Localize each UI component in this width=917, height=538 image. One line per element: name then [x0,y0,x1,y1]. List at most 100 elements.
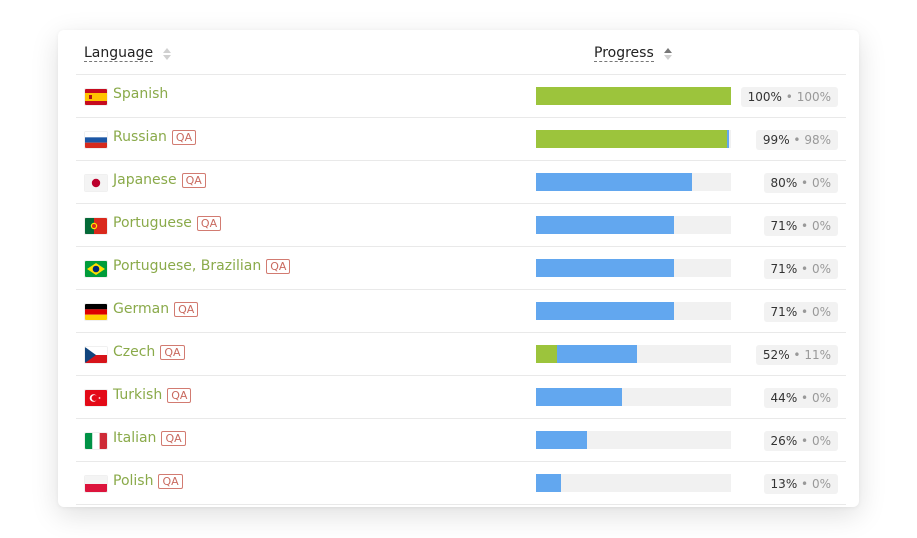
language-name-link[interactable]: Portuguese, Brazilian [113,258,261,274]
language-name-link[interactable]: Japanese [113,172,177,188]
language-name-link[interactable]: Polish [113,473,153,489]
poland-flag-icon [85,476,107,492]
table-row: Czech QA 52% • 11% [76,333,846,376]
table-header: Language Progress [76,30,846,75]
germany-flag-icon [85,304,107,320]
table-row: Turkish QA 44% • 0% [76,376,846,419]
language-name-link[interactable]: German [113,301,169,317]
translated-progress-fill [536,216,675,234]
progress-bar [536,87,731,105]
table-row: Portuguese, Brazilian QA 71% • 0% [76,247,846,290]
progress-percent-badge: 99% • 98% [755,130,838,150]
translated-progress-fill [536,388,622,406]
table-row: Japanese QA 80% • 0% [76,161,846,204]
percent-separator: • [801,477,809,491]
language-sort-icon[interactable] [163,47,172,60]
progress-sort-icon[interactable] [663,47,672,60]
language-cell: Polish QA [113,473,183,489]
language-name-link[interactable]: Portuguese [113,215,192,231]
language-cell: Czech QA [113,344,185,360]
translated-percent: 80% [770,176,798,190]
language-cell: Italian QA [113,430,186,446]
language-cell: Turkish QA [113,387,192,403]
brazil-flag-icon [85,261,107,277]
progress-bar [536,173,731,191]
language-cell: German QA [113,301,199,317]
spain-flag-icon [85,89,107,105]
language-name-link[interactable]: Spanish [113,86,168,102]
progress-percent-badge: 13% • 0% [763,474,838,494]
translated-percent: 71% [770,262,798,276]
table-row: German QA 71% • 0% [76,290,846,333]
language-cell: Spanish [113,86,168,102]
language-cell: Japanese QA [113,172,206,188]
translated-progress-fill [536,173,692,191]
table-row: Portuguese QA 71% • 0% [76,204,846,247]
table-body: Spanish 100% • 100% Russian QA 99% • 98% Japa… [76,75,846,505]
qa-badge[interactable]: QA [171,129,197,145]
percent-separator: • [793,133,801,147]
approved-percent: 100% [796,90,831,104]
progress-percent-badge: 26% • 0% [763,431,838,451]
progress-percent-badge: 52% • 11% [755,345,838,365]
progress-percent-badge: 100% • 100% [740,87,838,107]
language-cell: Russian QA [113,129,197,145]
progress-column-label[interactable]: Progress [594,45,654,62]
qa-badge[interactable]: QA [181,172,206,188]
progress-percent-badge: 71% • 0% [763,302,838,322]
qa-badge[interactable]: QA [167,387,192,403]
qa-badge[interactable]: QA [158,473,183,489]
table-row: Polish QA 13% • 0% [76,462,846,505]
translated-percent: 71% [770,219,798,233]
approved-progress-fill [536,345,558,363]
qa-badge[interactable]: QA [266,258,291,274]
translated-percent: 100% [747,90,782,104]
progress-bar [536,345,731,363]
language-name-link[interactable]: Turkish [113,387,162,403]
italy-flag-icon [85,433,107,449]
progress-bar [536,259,731,277]
language-name-link[interactable]: Italian [113,430,156,446]
translated-percent: 44% [770,391,798,405]
approved-progress-fill [536,87,731,105]
translated-progress-fill [536,302,675,320]
language-name-link[interactable]: Russian [113,129,167,145]
percent-separator: • [801,391,809,405]
approved-percent: 0% [811,391,831,405]
russia-flag-icon [85,132,107,148]
translated-percent: 26% [770,434,798,448]
language-progress-table: Language Progress Spanish 100% • 100% Russ… [76,30,846,505]
language-column-header[interactable]: Language [84,45,172,62]
percent-separator: • [801,176,809,190]
progress-bar [536,302,731,320]
progress-percent-badge: 44% • 0% [763,388,838,408]
approved-percent: 98% [804,133,831,147]
approved-percent: 0% [811,477,831,491]
approved-percent: 11% [804,348,831,362]
translated-progress-fill [536,431,587,449]
approved-percent: 0% [811,434,831,448]
translated-percent: 99% [762,133,790,147]
translated-progress-fill [536,259,675,277]
progress-column-header[interactable]: Progress [594,45,672,62]
progress-bar [536,216,731,234]
translated-percent: 71% [770,305,798,319]
progress-bar [536,388,731,406]
qa-badge[interactable]: QA [196,215,222,231]
qa-badge[interactable]: QA [174,301,199,317]
table-row: Italian QA 26% • 0% [76,419,846,462]
language-column-label[interactable]: Language [84,45,154,62]
portugal-flag-icon [85,218,107,234]
qa-badge[interactable]: QA [160,344,185,360]
translated-progress-fill [536,474,562,492]
approved-progress-fill [536,130,728,148]
progress-percent-badge: 80% • 0% [763,173,838,193]
czech-flag-icon [85,347,107,363]
table-row: Russian QA 99% • 98% [76,118,846,161]
language-name-link[interactable]: Czech [113,344,155,360]
table-row: Spanish 100% • 100% [76,75,846,118]
qa-badge[interactable]: QA [161,430,186,446]
language-cell: Portuguese QA [113,215,222,231]
percent-separator: • [785,90,793,104]
percent-separator: • [801,262,809,276]
